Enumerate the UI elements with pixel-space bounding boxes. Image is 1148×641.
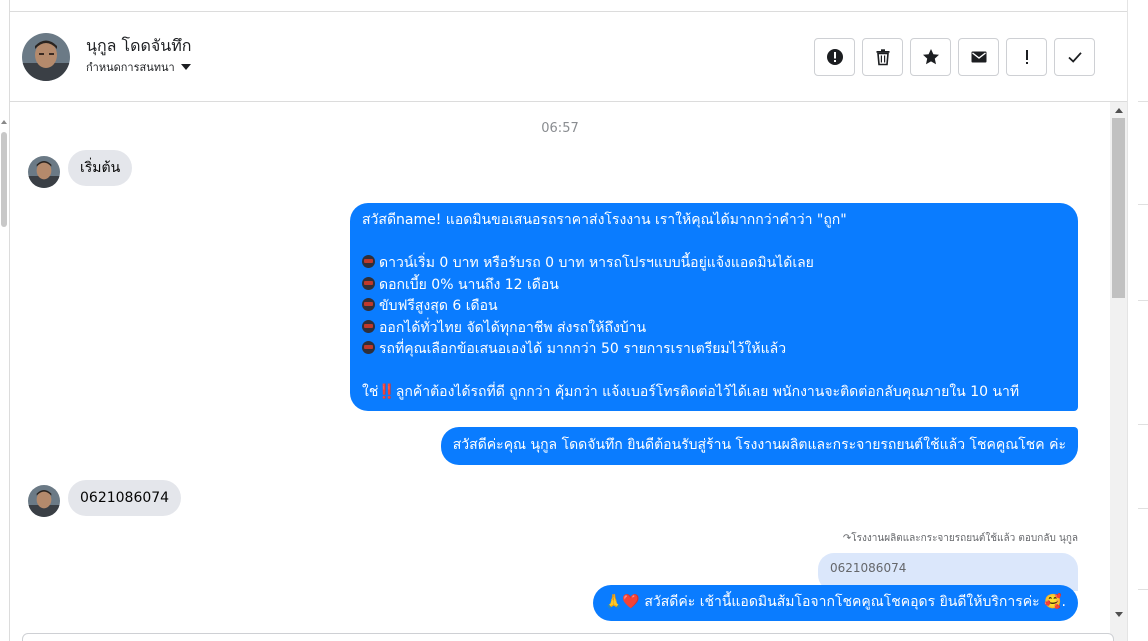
page-scrollbar-left[interactable]	[0, 0, 10, 641]
divider	[1138, 424, 1148, 425]
reply-caption: ↷โรงงานผลิตและกระจายรถยนต์ใช้แล้ว ตอบกลั…	[842, 533, 1078, 544]
car-emoji-icon	[362, 255, 375, 268]
offer-bullet: ขับฟรีสูงสุด 6 เดือน	[362, 296, 1066, 318]
assign-conversation-dropdown[interactable]: กำหนดการสนทนา	[86, 58, 191, 76]
contact-avatar[interactable]	[22, 33, 70, 81]
star-button[interactable]	[910, 38, 951, 76]
top-border	[10, 0, 1127, 12]
star-icon	[922, 49, 939, 65]
car-emoji-icon	[362, 276, 375, 290]
message-thread[interactable]: 06:57 เริ่มต้น สวัสดีname! แอดมินขอเสนอร…	[10, 102, 1110, 641]
alert-circle-icon	[826, 49, 843, 65]
contact-avatar-small[interactable]	[28, 156, 60, 188]
check-icon	[1067, 52, 1082, 63]
offer-intro: สวัสดีname! แอดมินขอเสนอรถราคาส่งโรงงาน …	[362, 212, 847, 228]
car-emoji-icon	[362, 298, 375, 311]
outgoing-message-greeting[interactable]: สวัสดีค่ะคุณ นุกูล โดดจันทึก ยินดีต้อนรั…	[440, 427, 1078, 465]
done-button[interactable]	[1054, 38, 1095, 76]
prayer-heart-emoji-icon: 🙏❤️	[604, 594, 640, 610]
caret-down-icon	[180, 64, 191, 70]
double-exclamation-icon: ‼️	[378, 384, 396, 400]
message-composer[interactable]	[22, 633, 1114, 641]
offer-bullet: ดาวน์เริ่ม 0 บาท หรือรับรถ 0 บาท หารถโปร…	[362, 253, 1066, 275]
smiling-hearts-emoji-icon: 🥰.	[1044, 594, 1066, 610]
scroll-up-arrow-icon[interactable]	[1115, 108, 1123, 113]
header-actions	[814, 38, 1095, 76]
divider	[1138, 589, 1148, 590]
car-emoji-icon	[362, 341, 375, 354]
assign-label: กำหนดการสนทนา	[86, 61, 175, 74]
offer-bullet: ออกได้ทั่วไทย จัดได้ทุกอาชีพ ส่งรถให้ถึง…	[362, 318, 1066, 340]
conversation-header: นุกูล โดดจันทึก กำหนดการสนทนา	[10, 12, 1127, 102]
incoming-message-phone[interactable]: 0621086074	[68, 480, 182, 516]
contact-name: นุกูล โดดจันทึก	[86, 36, 192, 55]
divider	[1138, 300, 1148, 301]
outgoing-message-reply[interactable]: 🙏❤️ สวัสดีค่ะ เช้านี้แอดมินส้มโอจากโชคคู…	[592, 585, 1078, 621]
car-emoji-icon	[362, 319, 375, 333]
report-button[interactable]	[814, 38, 855, 76]
offer-bullet: ดอกเบี้ย 0% นานถึง 12 เดือน	[362, 275, 1066, 297]
divider	[1138, 204, 1148, 205]
offer-closing: ใช่‼️ลูกค้าต้องได้รถที่ดี ถูกกว่า คุ้มกว…	[362, 384, 1020, 400]
message-timestamp: 06:57	[541, 121, 579, 136]
divider	[1138, 101, 1148, 102]
delete-button[interactable]	[862, 38, 903, 76]
side-panel-edge	[1127, 0, 1148, 641]
outgoing-message-offer[interactable]: สวัสดีname! แอดมินขอเสนอรถราคาส่งโรงงาน …	[350, 203, 1078, 411]
divider	[1138, 508, 1148, 509]
incoming-message[interactable]: เริ่มต้น	[68, 150, 133, 186]
contact-avatar-small[interactable]	[28, 485, 60, 517]
scroll-thumb[interactable]	[1, 132, 7, 227]
scroll-thumb[interactable]	[1112, 118, 1125, 298]
mark-unread-button[interactable]	[958, 38, 999, 76]
envelope-icon	[971, 51, 986, 63]
scroll-down-arrow-icon[interactable]	[1115, 612, 1123, 617]
priority-button[interactable]	[1006, 38, 1047, 76]
reply-text: สวัสดีค่ะ เช้านี้แอดมินส้มโอจากโชคคูณโชค…	[644, 594, 1040, 610]
trash-icon	[876, 49, 889, 66]
exclamation-icon	[1025, 50, 1028, 64]
thread-scrollbar[interactable]	[1110, 102, 1127, 641]
scroll-up-arrow-icon[interactable]	[1, 120, 7, 124]
offer-bullet: รถที่คุณเลือกข้อเสนอเองได้ มากกว่า 50 รา…	[362, 339, 1066, 361]
